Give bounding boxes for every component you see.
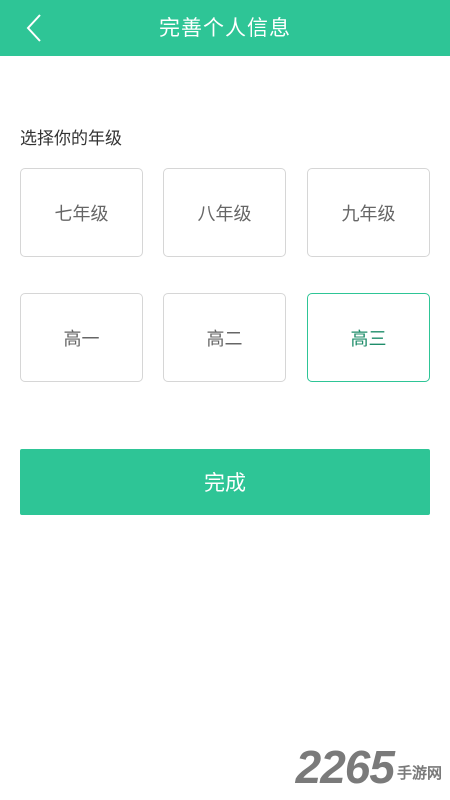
grade-option-grade-9[interactable]: 九年级 <box>307 168 430 257</box>
complete-button[interactable]: 完成 <box>20 449 430 515</box>
grade-section-label: 选择你的年级 <box>20 129 122 149</box>
page-title: 完善个人信息 <box>159 16 291 40</box>
grade-option-senior-1[interactable]: 高一 <box>20 293 143 382</box>
grade-option-grade-7[interactable]: 七年级 <box>20 168 143 257</box>
grade-option-senior-2[interactable]: 高二 <box>163 293 286 382</box>
watermark-number: 2265 <box>295 741 395 793</box>
header-bar: 完善个人信息 <box>0 0 450 56</box>
grade-option-senior-3[interactable]: 高三 <box>307 293 430 382</box>
grade-option-grade-8[interactable]: 八年级 <box>163 168 286 257</box>
watermark-text: 手游网 <box>396 763 442 782</box>
watermark-logo: 2265 手游网 <box>296 740 442 794</box>
